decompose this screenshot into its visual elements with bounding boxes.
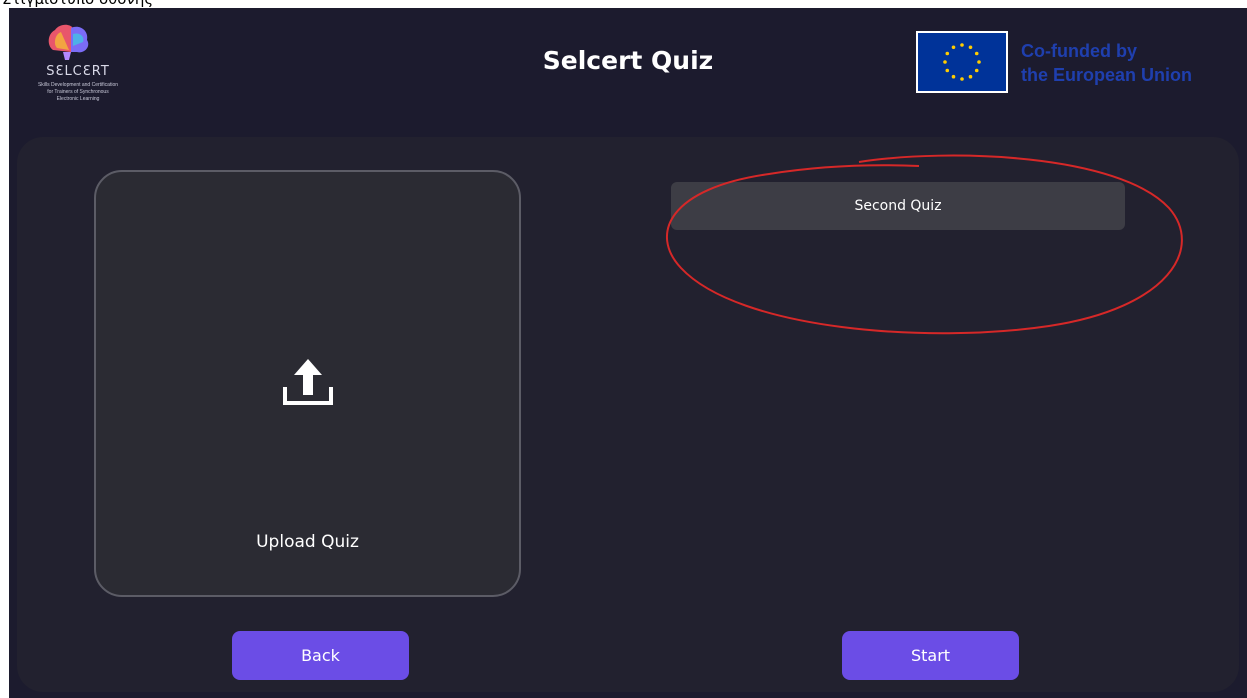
eu-star (968, 45, 973, 50)
logo-tagline: Skills Development and Certification for… (13, 82, 143, 103)
eu-star (943, 60, 947, 64)
eu-stars-icon (943, 43, 981, 81)
eu-star (945, 51, 950, 56)
back-button[interactable]: Back (232, 631, 409, 680)
eu-star (960, 77, 964, 81)
eu-star (968, 74, 973, 79)
eu-star (951, 74, 956, 79)
eu-flag-icon (916, 31, 1008, 93)
eu-star (974, 68, 979, 73)
eu-funding-badge: Co-funded by the European Union (916, 31, 1236, 97)
eu-funding-line: the European Union (1021, 65, 1192, 85)
upload-quiz-label: Upload Quiz (256, 532, 359, 552)
upload-icon (283, 359, 333, 405)
quiz-item-label: Second Quiz (854, 198, 942, 214)
eu-funding-line: Co-funded by (1021, 41, 1137, 61)
header: SƐLCƐRT Skills Development and Certifica… (9, 8, 1247, 128)
start-button[interactable]: Start (842, 631, 1019, 680)
quiz-list-item[interactable]: Second Quiz (671, 182, 1125, 230)
upload-quiz-card[interactable]: Upload Quiz (94, 170, 521, 597)
logo-tagline-line: Skills Development and Certification (37, 82, 119, 88)
caption-text: Στιγμιότυπο οθόνης (2, 0, 153, 8)
quiz-app-window: SƐLCƐRT Skills Development and Certifica… (9, 8, 1247, 698)
screenshot-caption: Στιγμιότυπο οθόνης (0, 0, 1247, 8)
eu-star (960, 43, 964, 47)
eu-star (951, 45, 956, 50)
start-button-label: Start (910, 646, 951, 665)
logo-tagline-line: for Trainers of Synchronous (47, 89, 109, 95)
logo-tagline-line: Electronic Learning (56, 96, 100, 102)
eu-star (977, 60, 981, 64)
quiz-list: Second Quiz (671, 182, 1125, 230)
eu-funding-text: Co-funded by the European Union (1021, 39, 1192, 87)
back-button-label: Back (301, 646, 340, 665)
eu-star (974, 51, 979, 56)
eu-star (945, 68, 950, 73)
